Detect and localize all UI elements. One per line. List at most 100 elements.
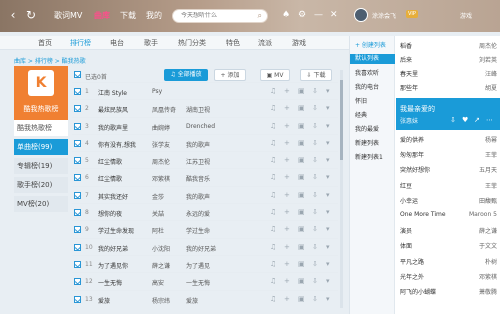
playlist-item[interactable]: + 创建列表	[355, 40, 386, 49]
song-title[interactable]: 想你的夜	[98, 209, 148, 218]
playlist-song-row[interactable]: 红豆 王菲	[396, 178, 500, 191]
song-album[interactable]: 我的歌声	[186, 140, 222, 149]
dropdown-icon[interactable]: ▾	[326, 277, 330, 285]
download-icon[interactable]: ⇩	[312, 208, 318, 216]
playlist-song-row[interactable]: 演员 薛之谦	[396, 223, 500, 236]
download-icon[interactable]: ⇩	[312, 295, 318, 303]
ranking-item-singer[interactable]: 歌手榜(20)	[14, 177, 68, 193]
playlist-song-row[interactable]: 春天里 汪峰	[396, 66, 500, 79]
song-artist[interactable]: 周杰伦	[152, 157, 182, 166]
dropdown-icon[interactable]: ▾	[326, 243, 330, 251]
search-icon[interactable]: ⌕	[258, 11, 262, 21]
dropdown-icon[interactable]: ▾	[326, 122, 330, 130]
song-artist[interactable]: 凤凰传奇	[152, 105, 182, 114]
playlist-song-row[interactable]: 光年之外 邓紫棋	[396, 269, 500, 282]
download-icon[interactable]: ⇩	[312, 191, 318, 199]
download-icon[interactable]: ⇩	[450, 116, 456, 124]
download-icon[interactable]: ⇩	[312, 104, 318, 112]
listen-icon[interactable]: ♫	[270, 208, 276, 216]
song-row[interactable]: 6 红尘情歌 邓紫棋 酷我音乐 ♫ + ▣ ⇩ ▾	[72, 168, 338, 185]
song-title[interactable]: 一生无悔	[98, 278, 148, 287]
minimize-icon[interactable]: —	[314, 10, 323, 20]
song-album[interactable]: 我的歌声	[186, 192, 222, 201]
song-row[interactable]: 12 一生无悔 高安 一生无悔 ♫ + ▣ ⇩ ▾	[72, 272, 338, 289]
mv-icon[interactable]: ▣	[298, 191, 305, 199]
more-icon[interactable]: ⋯	[486, 116, 493, 124]
search-input[interactable]	[181, 12, 251, 19]
add-icon[interactable]: +	[284, 243, 290, 251]
add-icon[interactable]: +	[284, 191, 290, 199]
ranking-item-mv[interactable]: MV榜(20)	[14, 196, 68, 212]
download-icon[interactable]: ⇩	[312, 260, 318, 268]
playlist-song-row[interactable]: 阿飞的小蝴蝶 萧敬腾	[396, 284, 500, 297]
song-checkbox[interactable]	[74, 191, 81, 199]
heart-icon[interactable]: ♥	[462, 116, 468, 124]
song-row[interactable]: 2 最炫民族风 凤凰传奇 湖南卫视 ♫ + ▣ ⇩ ▾	[72, 99, 338, 116]
now-playing[interactable]: 我最亲爱的 张惠妹 ⇩ ♥ ↗ ⋯	[396, 98, 500, 130]
playlist-song-row[interactable]: 那些年 胡夏	[396, 80, 500, 93]
cat-radio[interactable]: 电台	[110, 38, 124, 48]
add-icon[interactable]: +	[284, 260, 290, 268]
song-checkbox[interactable]	[74, 209, 81, 217]
nav-library[interactable]: 曲库	[94, 10, 110, 21]
song-checkbox[interactable]	[74, 122, 81, 130]
search-box[interactable]: ⌕	[172, 9, 268, 23]
cat-home[interactable]: 首页	[38, 38, 52, 48]
nav-lyrics-mv[interactable]: 歌词MV	[54, 10, 82, 21]
select-all-checkbox[interactable]	[74, 71, 81, 78]
song-row[interactable]: 9 学过生命发现 阿杜 学过生命 ♫ + ▣ ⇩ ▾	[72, 220, 338, 237]
scroll-thumb[interactable]	[340, 80, 343, 160]
playlist-song-row[interactable]: 小幸运 田馥甄	[396, 193, 500, 206]
song-album[interactable]: 我的好兄弟	[186, 244, 222, 253]
avatar[interactable]	[354, 8, 368, 22]
song-title[interactable]: 学过生命发现	[98, 226, 148, 235]
mv-icon[interactable]: ▣	[298, 139, 305, 147]
song-checkbox[interactable]	[74, 260, 81, 268]
playlist-item[interactable]: 怀旧	[355, 96, 367, 105]
mv-button[interactable]: ▣ MV	[260, 69, 290, 81]
share-icon[interactable]: ↗	[474, 116, 480, 124]
listen-icon[interactable]: ♫	[270, 191, 276, 199]
dropdown-icon[interactable]: ▾	[326, 260, 330, 268]
song-artist[interactable]: 杨宗纬	[152, 296, 182, 305]
download-icon[interactable]: ⇩	[312, 277, 318, 285]
song-checkbox[interactable]	[74, 157, 81, 165]
song-album[interactable]: 为了遇见	[186, 261, 222, 270]
song-row[interactable]: 5 红尘情歌 周杰伦 江苏卫视 ♫ + ▣ ⇩ ▾	[72, 151, 338, 168]
song-row[interactable]: 11 为了遇见你 薛之谦 为了遇见 ♫ + ▣ ⇩ ▾	[72, 254, 338, 272]
song-artist[interactable]: 张学友	[152, 140, 182, 149]
download-button[interactable]: ⇩ 下载	[300, 69, 332, 81]
download-icon[interactable]: ⇩	[312, 173, 318, 181]
listen-icon[interactable]: ♫	[270, 156, 276, 164]
mv-icon[interactable]: ▣	[298, 173, 305, 181]
song-artist[interactable]: 关喆	[152, 209, 182, 218]
listen-icon[interactable]: ♫	[270, 243, 276, 251]
song-title[interactable]: 红尘情歌	[98, 157, 148, 166]
mv-icon[interactable]: ▣	[298, 225, 305, 233]
dropdown-icon[interactable]: ▾	[326, 104, 330, 112]
breadcrumb[interactable]: 曲库 > 排行榜 > 酷我热歌	[14, 56, 86, 65]
download-icon[interactable]: ⇩	[312, 156, 318, 164]
refresh-icon[interactable]: ↻	[24, 8, 38, 22]
listen-icon[interactable]: ♫	[270, 87, 276, 95]
dropdown-icon[interactable]: ▾	[326, 139, 330, 147]
cat-game[interactable]: 游戏	[292, 38, 306, 48]
playlist-song-row[interactable]: 体面 于文文	[396, 238, 500, 251]
add-icon[interactable]: +	[284, 122, 290, 130]
add-icon[interactable]: +	[284, 104, 290, 112]
song-artist[interactable]: 阿杜	[152, 226, 182, 235]
playlist-item[interactable]: 经典	[355, 110, 367, 119]
song-checkbox[interactable]	[74, 278, 81, 286]
song-artist[interactable]: 薛之谦	[152, 261, 182, 270]
song-title[interactable]: 最炫民族风	[98, 105, 148, 114]
mv-icon[interactable]: ▣	[298, 122, 305, 130]
song-artist[interactable]: 小沈阳	[152, 244, 182, 253]
download-icon[interactable]: ⇩	[312, 139, 318, 147]
back-icon[interactable]: ‹	[6, 8, 20, 22]
song-artist[interactable]: 高安	[152, 278, 182, 287]
dropdown-icon[interactable]: ▾	[326, 156, 330, 164]
cat-ranking[interactable]: 排行榜	[70, 38, 91, 48]
song-album[interactable]: 酷我音乐	[186, 174, 222, 183]
song-row[interactable]: 13 爱旅 杨宗纬 爱旅 ♫ + ▣ ⇩ ▾	[72, 289, 338, 307]
listen-icon[interactable]: ♫	[270, 225, 276, 233]
